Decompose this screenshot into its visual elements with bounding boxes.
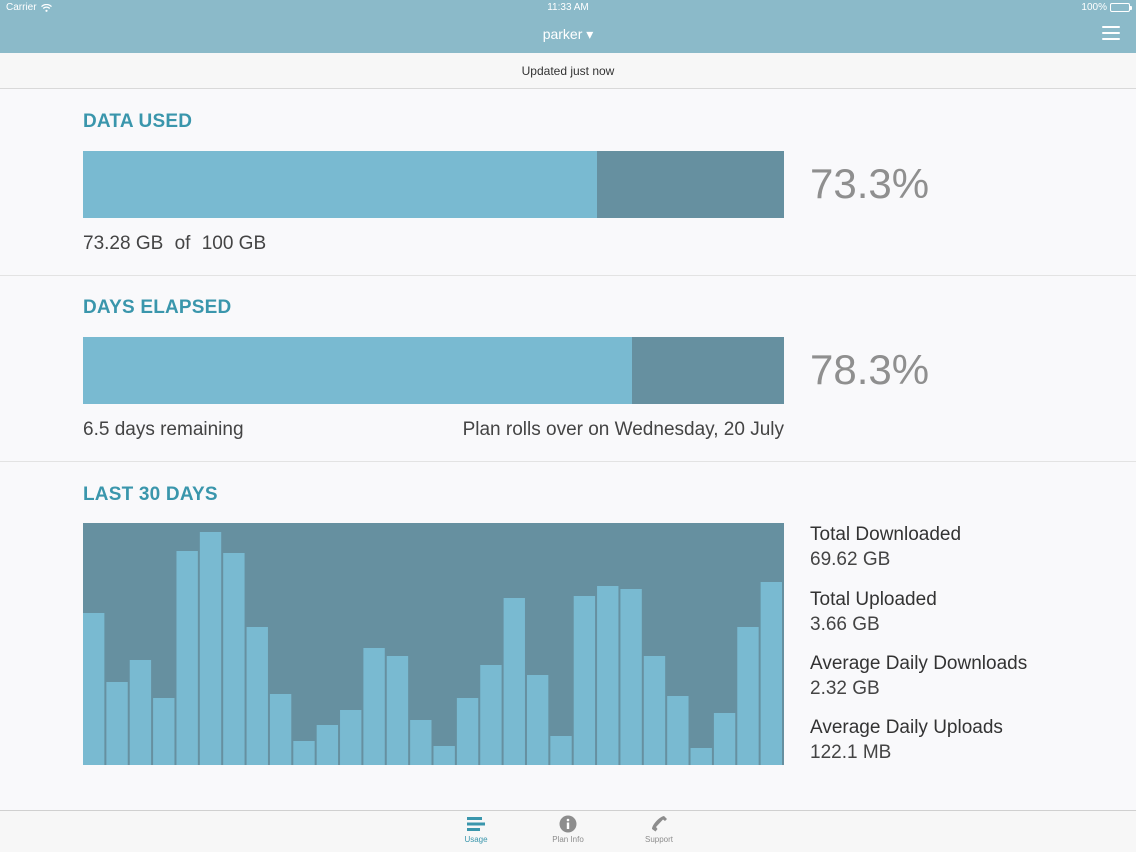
daily-usage-bar [316, 725, 339, 765]
daily-usage-bar [386, 656, 409, 765]
daily-usage-bar [176, 551, 198, 765]
tab-support-label: Support [644, 835, 674, 844]
section-divider [0, 461, 1136, 462]
battery-percent: 100% [1081, 2, 1107, 13]
daily-usage-bar [713, 713, 736, 765]
hamburger-menu-icon[interactable] [1102, 26, 1120, 41]
daily-usage-bar [83, 613, 105, 765]
daily-usage-bar [269, 694, 292, 765]
daily-usage-bar [106, 682, 128, 765]
status-time: 11:33 AM [547, 2, 589, 13]
daily-usage-bar [433, 746, 455, 765]
days-elapsed-percent: 78.3% [810, 346, 930, 393]
daily-usage-bar [760, 582, 782, 765]
daily-usage-bar [643, 656, 666, 765]
days-elapsed-bar-fill [83, 337, 632, 404]
tab-plan-info[interactable]: Plan Info [533, 815, 603, 844]
nav-bar: Carrier 11:33 AM 100% parker ▾ [0, 0, 1136, 53]
daily-usage-bar [480, 665, 502, 765]
daily-usage-bar [340, 710, 362, 765]
status-right: 100% [1081, 2, 1132, 13]
daily-usage-bar [456, 698, 479, 765]
daily-usage-bar [199, 532, 222, 765]
avg-daily-uploads-value: 122.1 MB [810, 742, 892, 763]
daily-usage-bar [597, 586, 619, 765]
daily-usage-bar [737, 627, 759, 765]
daily-usage-bar [667, 696, 689, 765]
daily-usage-bar [223, 553, 245, 765]
daily-usage-bar [363, 648, 385, 765]
days-elapsed-title: DAYS ELAPSED [83, 297, 232, 318]
data-used-bar [83, 151, 784, 218]
daily-usage-bar [526, 675, 549, 765]
total-uploaded-label: Total Uploaded [810, 589, 937, 610]
data-used-amount: 73.28 GB [83, 233, 164, 254]
daily-usage-bar [293, 741, 315, 765]
daily-usage-chart [83, 523, 784, 765]
daily-usage-bar [690, 748, 712, 765]
phone-icon [652, 816, 667, 832]
battery-icon [1110, 3, 1132, 12]
daily-usage-bar [153, 698, 175, 765]
tab-usage[interactable]: Usage [441, 815, 511, 844]
total-uploaded-value: 3.66 GB [810, 614, 880, 635]
daily-usage-bar [246, 627, 268, 765]
daily-usage-bar [550, 736, 572, 765]
data-used-of: of [174, 233, 191, 254]
tab-support[interactable]: Support [624, 815, 694, 844]
tab-usage-label: Usage [464, 835, 488, 844]
usage-icon [467, 817, 485, 831]
avg-daily-downloads-label: Average Daily Downloads [810, 653, 1028, 674]
section-divider [0, 275, 1136, 276]
daily-usage-bar [620, 589, 642, 765]
avg-daily-downloads-value: 2.32 GB [810, 678, 880, 699]
data-used-bar-fill [83, 151, 597, 218]
daily-usage-bar [573, 596, 596, 765]
data-used-title: DATA USED [83, 111, 193, 132]
data-used-summary: 73.28 GB of 100 GB [83, 233, 266, 255]
account-row: parker ▾ [0, 26, 1136, 43]
info-icon [559, 815, 577, 833]
total-downloaded-value: 69.62 GB [810, 549, 891, 570]
last-30-days-title: LAST 30 DAYS [83, 484, 218, 505]
total-downloaded-label: Total Downloaded [810, 524, 962, 545]
avg-daily-uploads-label: Average Daily Uploads [810, 717, 1003, 738]
tab-plan-info-label: Plan Info [552, 835, 584, 844]
tab-bar: Usage Plan Info Support [0, 810, 1136, 852]
daily-usage-bar [503, 598, 525, 765]
app-root: Carrier 11:33 AM 100% parker ▾ Updated j… [0, 0, 1136, 852]
daily-usage-bar [129, 660, 152, 765]
data-plan-total: 100 GB [201, 233, 267, 254]
days-elapsed-bar [83, 337, 784, 404]
data-used-percent: 73.3% [810, 160, 930, 207]
daily-usage-bar [410, 720, 432, 765]
days-remaining: 6.5 days remaining [83, 419, 244, 440]
daily-usage-chart-svg [83, 532, 782, 765]
update-status: Updated just now [0, 53, 1136, 89]
account-selector[interactable]: parker ▾ [543, 26, 594, 42]
plan-rollover-date: Plan rolls over on Wednesday, 20 July [462, 419, 784, 440]
